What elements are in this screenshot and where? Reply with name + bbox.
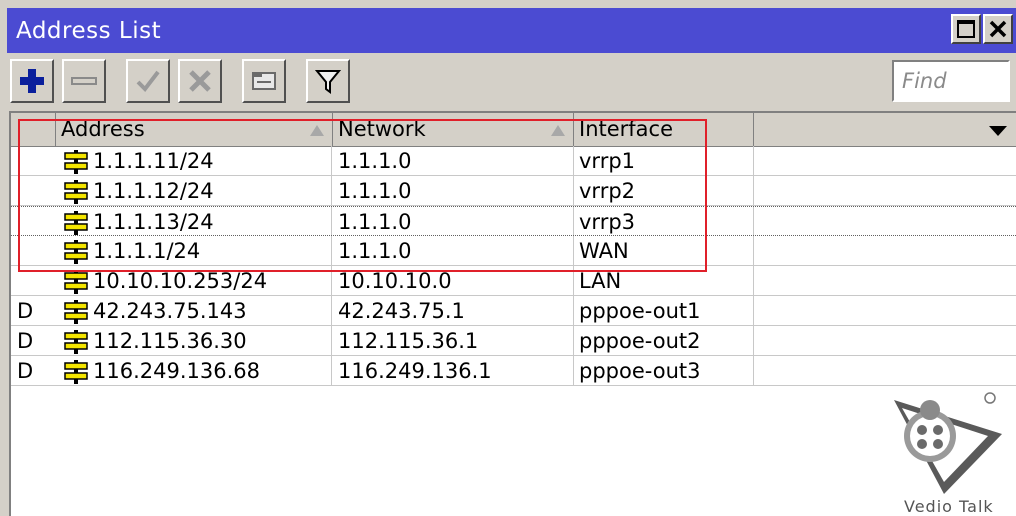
row-address: 112.115.36.30 (93, 329, 247, 353)
find-input[interactable] (892, 60, 1010, 102)
minus-icon (71, 77, 97, 85)
table-row[interactable]: 10.10.10.253/24 10.10.10.0 LAN (11, 266, 1016, 296)
row-network: 42.243.75.1 (338, 299, 465, 323)
row-interface: vrrp3 (579, 210, 636, 234)
row-network: 10.10.10.0 (338, 269, 452, 293)
table-row[interactable]: 1.1.1.1/24 1.1.1.0 WAN (11, 236, 1016, 266)
maximize-button[interactable] (951, 14, 981, 44)
row-address: 1.1.1.13/24 (93, 210, 214, 234)
address-icon (63, 299, 89, 328)
table-header: Address Network Interface (11, 113, 1016, 147)
filter-button[interactable] (306, 59, 350, 103)
comment-icon (252, 72, 276, 90)
address-icon (63, 149, 89, 178)
row-address: 1.1.1.11/24 (93, 149, 214, 173)
enable-button[interactable] (126, 59, 170, 103)
row-address: 1.1.1.12/24 (93, 179, 214, 203)
sort-arrow-icon (310, 125, 324, 136)
maximize-icon (957, 20, 975, 38)
row-network: 1.1.1.0 (338, 210, 412, 234)
row-network: 112.115.36.1 (338, 329, 479, 353)
watermark-text: Vedio Talk (904, 497, 994, 516)
cross-icon (189, 70, 211, 92)
row-address: 1.1.1.1/24 (93, 239, 201, 263)
row-network: 1.1.1.0 (338, 179, 412, 203)
title-bar[interactable]: Address List (7, 8, 1016, 53)
filter-icon (314, 70, 342, 94)
add-button[interactable] (10, 59, 54, 103)
column-menu-icon[interactable] (989, 126, 1007, 136)
row-network: 1.1.1.0 (338, 239, 412, 263)
comment-button[interactable] (242, 59, 286, 103)
column-header-flags[interactable] (11, 113, 56, 146)
remove-button[interactable] (62, 59, 106, 103)
table-row[interactable]: D 42.243.75.143 42.243.75.1 pppoe-out1 (11, 296, 1016, 326)
table-row[interactable]: 1.1.1.11/24 1.1.1.0 vrrp1 (11, 146, 1016, 176)
window-title: Address List (16, 18, 162, 44)
row-interface: LAN (579, 269, 622, 293)
row-flag: D (17, 329, 34, 353)
address-icon (63, 179, 89, 208)
address-table: Address Network Interface 1.1.1.11/24 1.1… (9, 111, 1016, 516)
sort-arrow-icon (551, 125, 565, 136)
toolbar (7, 53, 1016, 111)
row-interface: pppoe-out3 (579, 359, 701, 383)
row-address: 116.249.136.68 (93, 359, 260, 383)
row-interface: pppoe-out1 (579, 299, 701, 323)
row-interface: pppoe-out2 (579, 329, 701, 353)
table-row[interactable]: 1.1.1.12/24 1.1.1.0 vrrp2 (11, 176, 1016, 206)
table-row[interactable]: 1.1.1.13/24 1.1.1.0 vrrp3 (11, 206, 1016, 236)
row-flag: D (17, 359, 34, 383)
column-label-network: Network (338, 117, 426, 141)
table-row[interactable]: D 116.249.136.68 116.249.136.1 pppoe-out3 (11, 356, 1016, 386)
row-flag: D (17, 299, 34, 323)
address-icon (63, 210, 89, 239)
address-icon (63, 329, 89, 358)
address-icon (63, 359, 89, 388)
column-label-interface: Interface (579, 117, 674, 141)
address-icon (63, 269, 89, 298)
column-header-address[interactable]: Address (56, 113, 333, 146)
disable-button[interactable] (178, 59, 222, 103)
close-button[interactable] (983, 14, 1013, 44)
address-list-window: Address List Find Address Network Interf… (0, 0, 1016, 516)
column-label-address: Address (61, 117, 145, 141)
address-icon (63, 239, 89, 268)
column-header-interface[interactable]: Interface (574, 113, 754, 146)
table-row[interactable]: D 112.115.36.30 112.115.36.1 pppoe-out2 (11, 326, 1016, 356)
row-interface: vrrp1 (579, 149, 636, 173)
column-header-empty[interactable] (754, 113, 1016, 146)
column-header-network[interactable]: Network (333, 113, 574, 146)
row-address: 10.10.10.253/24 (93, 269, 268, 293)
close-icon (989, 20, 1007, 38)
check-icon (136, 70, 160, 93)
row-address: 42.243.75.143 (93, 299, 247, 323)
row-interface: WAN (579, 239, 629, 263)
row-network: 116.249.136.1 (338, 359, 492, 383)
row-network: 1.1.1.0 (338, 149, 412, 173)
row-interface: vrrp2 (579, 179, 636, 203)
plus-icon (20, 69, 44, 93)
